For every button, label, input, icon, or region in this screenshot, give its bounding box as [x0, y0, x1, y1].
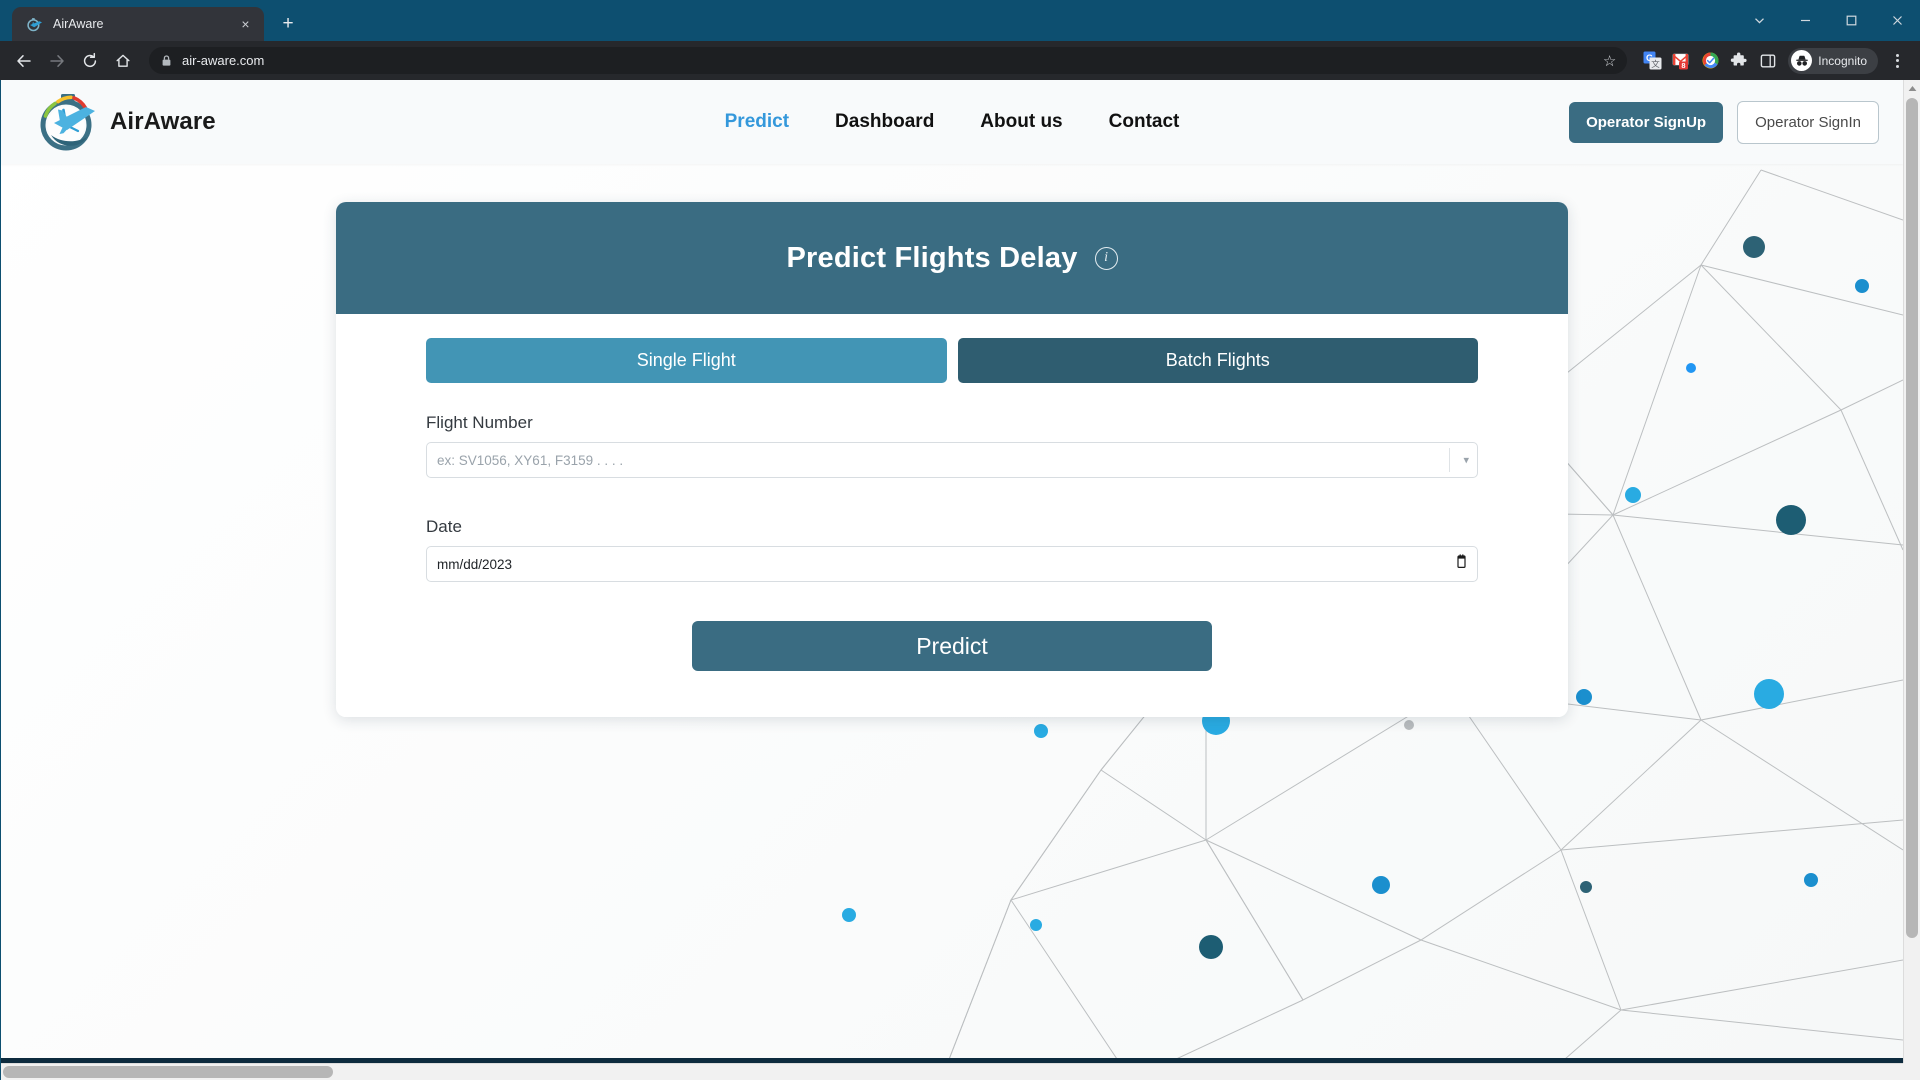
brand-name: AirAware	[110, 108, 216, 135]
predict-card-header: Predict Flights Delay i	[336, 202, 1568, 314]
page-viewport: AirAware Predict Dashboard About us Cont…	[0, 80, 1920, 1080]
address-bar[interactable]: air-aware.com ☆	[149, 47, 1628, 74]
site-header: AirAware Predict Dashboard About us Cont…	[1, 80, 1903, 164]
select-divider	[1449, 448, 1450, 472]
date-field: Date	[426, 517, 1478, 582]
incognito-icon	[1791, 50, 1813, 71]
vertical-scrollbar-thumb[interactable]	[1906, 98, 1918, 938]
lock-icon	[160, 54, 173, 67]
back-arrow-icon[interactable]	[8, 45, 39, 76]
gmail-icon[interactable]: 8	[1667, 47, 1695, 75]
nav-item-dashboard[interactable]: Dashboard	[835, 111, 934, 133]
nav-item-about-us[interactable]: About us	[980, 111, 1062, 133]
maximize-icon[interactable]	[1828, 0, 1874, 41]
predict-card-body: Single Flight Batch Flights Flight Numbe…	[336, 314, 1568, 717]
tab-favicon-icon	[26, 16, 43, 33]
color-wheel-icon[interactable]	[1696, 47, 1724, 75]
main-nav: Predict Dashboard About us Contact	[725, 111, 1180, 133]
flight-number-field: Flight Number ▾	[426, 413, 1478, 478]
puzzle-extensions-icon[interactable]	[1725, 47, 1753, 75]
profile-label: Incognito	[1818, 53, 1867, 68]
submit-row: Predict	[426, 621, 1478, 671]
tab-title: AirAware	[53, 17, 104, 31]
mode-tabs: Single Flight Batch Flights	[426, 338, 1478, 383]
flight-number-input-wrap: ▾	[426, 442, 1478, 478]
scroll-up-arrow-icon[interactable]	[1904, 80, 1920, 97]
brand[interactable]: AirAware	[37, 91, 216, 153]
nav-item-contact[interactable]: Contact	[1109, 111, 1180, 133]
web-page: AirAware Predict Dashboard About us Cont…	[1, 80, 1903, 1080]
vertical-scrollbar[interactable]	[1903, 80, 1920, 1063]
browser-tab-airaware[interactable]: AirAware ×	[12, 7, 264, 41]
scrollbar-corner	[1903, 1063, 1920, 1080]
calendar-picker-icon[interactable]	[1455, 554, 1468, 574]
date-input[interactable]	[426, 546, 1478, 582]
extension-icons: G 文 8	[1638, 47, 1782, 75]
predict-card: Predict Flights Delay i Single Flight Ba…	[336, 202, 1568, 717]
info-circle-icon[interactable]: i	[1094, 246, 1118, 270]
bookmark-star-icon[interactable]: ☆	[1603, 52, 1616, 70]
operator-signin-button[interactable]: Operator SignIn	[1737, 100, 1879, 144]
page-title: Predict Flights Delay	[786, 241, 1078, 274]
browser-toolbar: air-aware.com ☆ G 文 8 Incognito	[0, 41, 1920, 80]
collapse-chevron-down-icon[interactable]	[1736, 0, 1782, 41]
nav-item-predict[interactable]: Predict	[725, 111, 789, 133]
date-label: Date	[426, 517, 462, 536]
new-tab-button[interactable]: +	[273, 9, 303, 39]
reload-icon[interactable]	[74, 45, 105, 76]
side-panel-icon[interactable]	[1754, 47, 1782, 75]
minimize-icon[interactable]	[1782, 0, 1828, 41]
home-icon[interactable]	[107, 45, 138, 76]
google-translate-icon[interactable]: G 文	[1638, 47, 1666, 75]
svg-text:8: 8	[1681, 61, 1685, 70]
airaware-logo-icon	[37, 91, 99, 153]
tab-close-icon[interactable]: ×	[237, 16, 254, 33]
horizontal-scrollbar[interactable]	[1, 1063, 1903, 1080]
url-text: air-aware.com	[182, 53, 265, 68]
kebab-menu-icon[interactable]	[1882, 46, 1912, 76]
horizontal-scrollbar-thumb[interactable]	[3, 1066, 333, 1078]
field-spacer	[426, 489, 1478, 517]
browser-window: AirAware × + air-aware.com ☆ G 文 8 Incog…	[0, 0, 1920, 1080]
flight-number-label: Flight Number	[426, 413, 533, 432]
forward-arrow-icon[interactable]	[41, 45, 72, 76]
predict-button[interactable]: Predict	[692, 621, 1212, 671]
operator-signup-button[interactable]: Operator SignUp	[1569, 101, 1724, 143]
flight-number-input[interactable]	[426, 442, 1478, 478]
window-controls	[1736, 0, 1920, 41]
tab-batch-flights[interactable]: Batch Flights	[957, 338, 1478, 383]
submit-spacer	[426, 593, 1478, 621]
close-icon[interactable]	[1874, 0, 1920, 41]
tab-single-flight[interactable]: Single Flight	[426, 338, 947, 383]
svg-text:文: 文	[1651, 59, 1660, 69]
profile-incognito-button[interactable]: Incognito	[1788, 47, 1878, 74]
date-input-wrap	[426, 546, 1478, 582]
auth-actions: Operator SignUp Operator SignIn	[1569, 100, 1879, 144]
tab-strip: AirAware × +	[0, 0, 1920, 41]
omnibox-actions: ☆	[1603, 52, 1616, 70]
